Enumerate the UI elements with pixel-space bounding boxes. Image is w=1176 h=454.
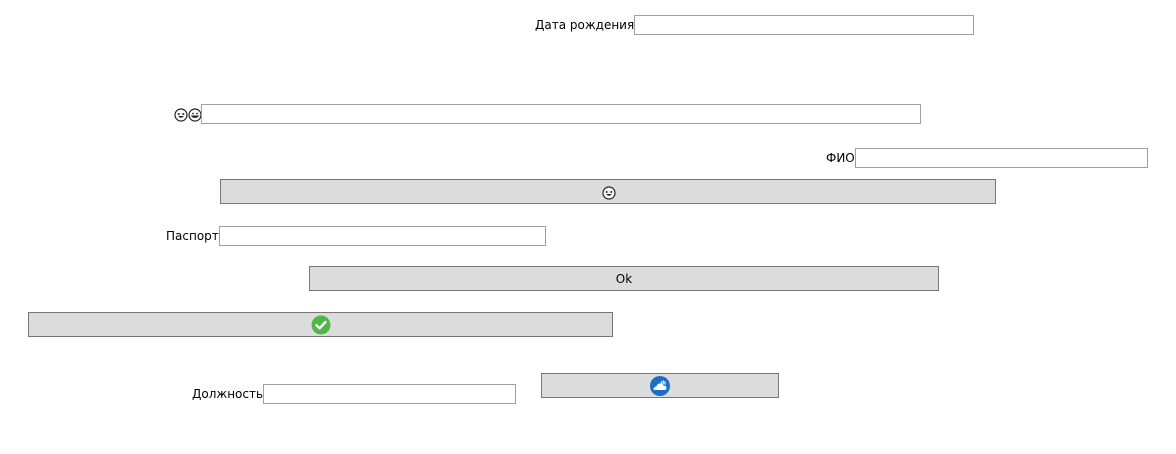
laugh-emoji-button[interactable] xyxy=(220,179,996,204)
green-check-icon xyxy=(311,315,331,335)
laughing-emoji-icon xyxy=(174,108,188,122)
birth-date-input[interactable] xyxy=(634,15,975,35)
position-row: Должность xyxy=(192,384,517,404)
birth-date-row: Дата рождения xyxy=(535,15,975,35)
fio-row: ФИО xyxy=(826,148,1148,168)
fio-label: ФИО xyxy=(826,151,855,165)
emoji-field-row xyxy=(174,104,921,124)
passport-label: Паспорт xyxy=(166,229,219,243)
check-button[interactable] xyxy=(28,312,613,337)
birth-date-label: Дата рождения xyxy=(535,18,635,32)
cloud-button[interactable] xyxy=(541,373,779,398)
laughing-emoji-icon xyxy=(602,185,616,200)
blue-cloud-icon xyxy=(649,375,671,397)
ok-button[interactable]: Ok xyxy=(309,266,939,291)
fio-input[interactable] xyxy=(854,148,1148,168)
passport-input[interactable] xyxy=(218,226,546,246)
position-input[interactable] xyxy=(263,384,517,404)
ok-button-label: Ok xyxy=(615,271,633,286)
passport-row: Паспорт xyxy=(166,226,546,246)
emoji-label xyxy=(174,108,202,122)
emoji-input[interactable] xyxy=(201,104,921,124)
grinning-emoji-icon xyxy=(188,108,202,122)
position-label: Должность xyxy=(192,387,264,401)
